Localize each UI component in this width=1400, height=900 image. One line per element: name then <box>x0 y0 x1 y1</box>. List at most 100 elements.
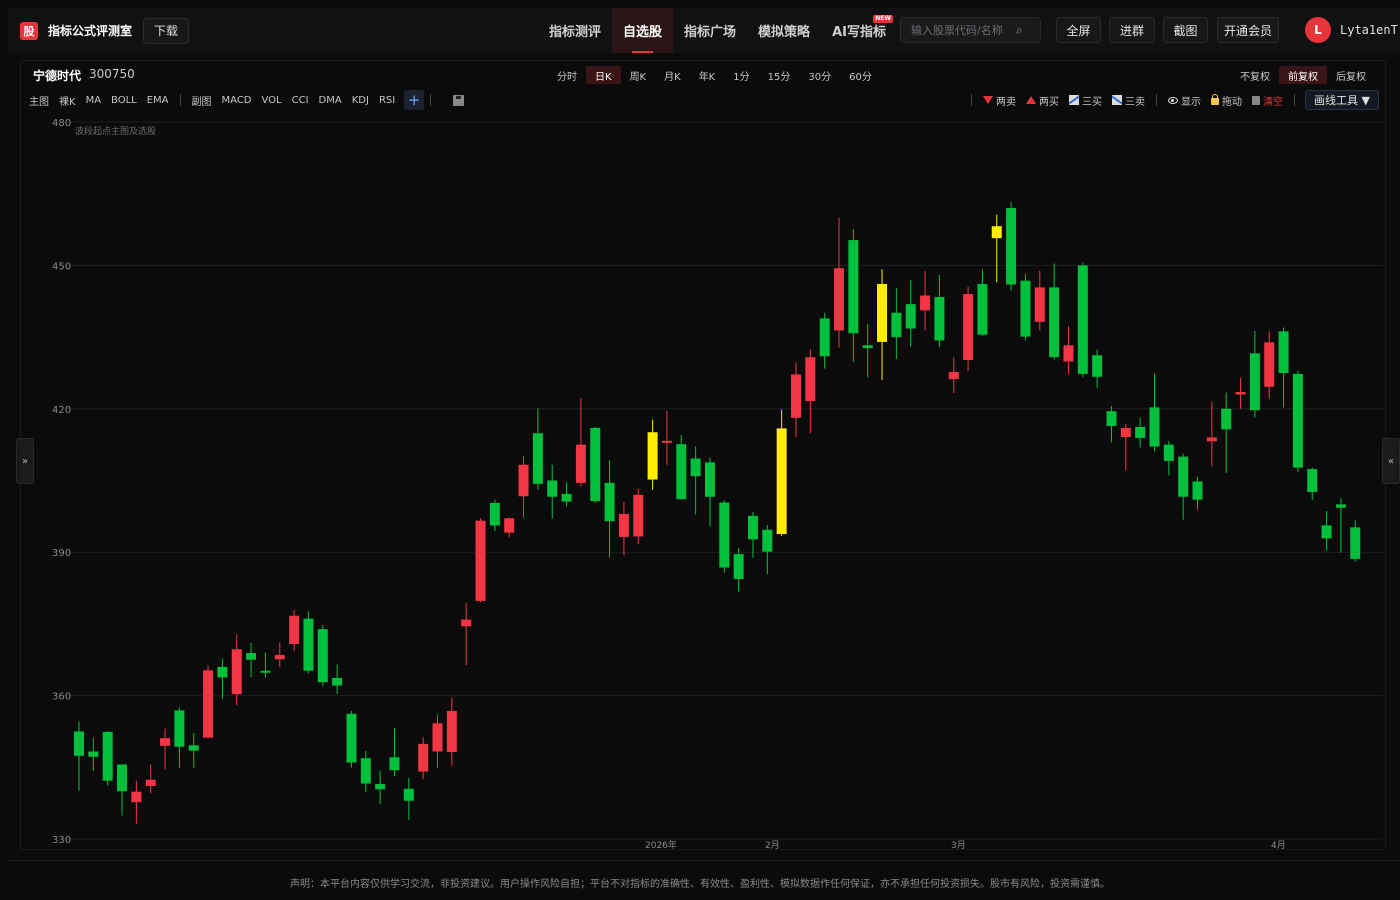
tool-show[interactable]: 显示 <box>1163 93 1206 108</box>
join-group-button[interactable]: 进群 <box>1109 17 1155 43</box>
trend-down-icon <box>1112 95 1123 105</box>
candle-body <box>1307 469 1318 492</box>
candle-body <box>403 788 414 801</box>
indicator-bare-k[interactable]: 裸K <box>54 93 81 108</box>
candle-body <box>1106 411 1117 427</box>
candle-body <box>74 731 84 756</box>
candle-body <box>389 757 400 771</box>
candle-body <box>791 374 801 418</box>
nav-label: AI写指标 <box>832 25 886 40</box>
nav-item-ai-indicator[interactable]: AI写指标 NEW <box>821 8 897 53</box>
indicator-rsi[interactable]: RSI <box>374 95 400 106</box>
candle-body <box>418 743 429 772</box>
add-indicator-button[interactable]: + <box>404 90 425 110</box>
indicator-ema[interactable]: EMA <box>142 95 174 106</box>
save-icon[interactable] <box>453 94 465 106</box>
indicator-cci[interactable]: CCI <box>287 95 314 106</box>
indicator-toolbar: 主图 裸K MA BOLL EMA 副图 MACD VOL CCI DMA KD… <box>21 89 1387 111</box>
candle-body <box>762 529 773 552</box>
search-icon[interactable]: ⌕ <box>1016 23 1023 38</box>
candle-body <box>776 428 787 535</box>
indicator-dma[interactable]: DMA <box>314 95 347 106</box>
candle-body <box>518 464 529 497</box>
candle-body <box>432 723 443 752</box>
trend-up-icon <box>1069 95 1080 105</box>
period-tab[interactable]: 60分 <box>840 66 881 84</box>
avatar[interactable]: L <box>1305 17 1331 43</box>
username[interactable]: Lyta1enT <box>1340 23 1398 37</box>
candle-body <box>733 554 744 579</box>
candle-body <box>532 433 543 484</box>
tool-label: 两买 <box>1039 96 1060 108</box>
period-tab[interactable]: 周K <box>621 66 656 84</box>
right-collapse-button[interactable]: « <box>1382 438 1400 484</box>
tool-sell2[interactable]: 两卖 <box>978 93 1021 108</box>
candle-body <box>1077 265 1088 374</box>
draw-tools-menu-button[interactable]: 画线工具 ▼ <box>1305 90 1379 110</box>
nav-item-sim-strategy[interactable]: 模拟策略 <box>747 8 821 53</box>
candlestick-chart[interactable]: 330 360 390 420 450 480 波段起点主图及选股 2026年 2月 3月 4月 <box>21 113 1383 849</box>
adjust-tab-forward[interactable]: 前复权 <box>1279 66 1327 84</box>
period-tab[interactable]: 月K <box>655 66 690 84</box>
candle-body <box>145 779 156 786</box>
tool-clear[interactable]: 清空 <box>1247 93 1288 108</box>
candle-body <box>604 482 615 522</box>
period-tab[interactable]: 1分 <box>724 66 758 84</box>
candle-body <box>131 791 142 803</box>
candle-body <box>1264 342 1275 387</box>
adjust-tab-none[interactable]: 不复权 <box>1231 66 1279 84</box>
candle-body <box>661 440 672 443</box>
indicator-main-chart[interactable]: 主图 <box>24 93 54 108</box>
period-tab-daily[interactable]: 日K <box>586 66 621 84</box>
period-tab[interactable]: 30分 <box>799 66 840 84</box>
vip-button[interactable]: 开通会员 <box>1217 17 1279 43</box>
candle-body <box>1120 427 1131 438</box>
candle-body <box>260 670 271 673</box>
candle-body <box>1206 437 1217 442</box>
draw-tools: 两卖 两买 三买 三卖 显示 拖动 清空 画线工具 ▼ <box>965 89 1379 111</box>
download-button[interactable]: 下载 <box>143 17 190 44</box>
fullscreen-button[interactable]: 全屏 <box>1056 17 1101 43</box>
y-tick-label: 450 <box>52 261 71 272</box>
candle-body <box>991 226 1002 239</box>
nav-item-watchlist[interactable]: 自选股 <box>612 8 674 53</box>
adjust-tabs: 不复权 前复权 后复权 <box>1231 66 1375 84</box>
indicator-vol[interactable]: VOL <box>257 95 287 106</box>
candle-body <box>561 493 572 502</box>
tool-label: 拖动 <box>1222 96 1243 108</box>
tool-buy3[interactable]: 三买 <box>1064 93 1107 108</box>
x-tick-label: 3月 <box>951 840 966 849</box>
period-tabs: 分时 日K 周K 月K 年K 1分 15分 30分 60分 <box>548 66 881 84</box>
candle-body <box>920 295 931 311</box>
indicator-macd[interactable]: MACD <box>217 95 257 106</box>
candle-body <box>633 494 644 537</box>
nav-item-indicator-square[interactable]: 指标广场 <box>673 8 747 53</box>
period-tab[interactable]: 年K <box>690 66 725 84</box>
tool-sell3[interactable]: 三卖 <box>1107 93 1150 108</box>
candle-body <box>862 345 873 349</box>
tool-buy2[interactable]: 两买 <box>1021 93 1064 108</box>
candle-body <box>719 502 730 568</box>
indicator-sub-chart[interactable]: 副图 <box>187 93 217 108</box>
candle-body <box>203 670 214 738</box>
stock-search-input[interactable] <box>901 23 1016 37</box>
indicator-ma[interactable]: MA <box>81 95 106 106</box>
period-tab[interactable]: 分时 <box>548 66 586 84</box>
candle-body <box>948 371 959 380</box>
indicator-kdj[interactable]: KDJ <box>347 95 374 106</box>
period-tab[interactable]: 15分 <box>759 66 800 84</box>
candle-body <box>1278 331 1289 373</box>
candle-body <box>160 738 171 746</box>
candle-body <box>1149 407 1160 447</box>
main-nav: 指标测评 自选股 指标广场 模拟策略 AI写指标 NEW <box>538 8 897 53</box>
adjust-tab-backward[interactable]: 后复权 <box>1327 66 1375 84</box>
indicator-boll[interactable]: BOLL <box>106 95 142 106</box>
candle-body <box>188 745 199 751</box>
nav-item-indicator-test[interactable]: 指标测评 <box>538 8 612 53</box>
screenshot-button[interactable]: 截图 <box>1163 17 1208 43</box>
left-collapse-button[interactable]: » <box>16 438 34 484</box>
candle-body <box>1063 345 1074 362</box>
tool-drag[interactable]: 拖动 <box>1206 93 1247 108</box>
candle-body <box>246 653 257 660</box>
chart-annotation: 波段起点主图及选股 <box>75 125 156 137</box>
